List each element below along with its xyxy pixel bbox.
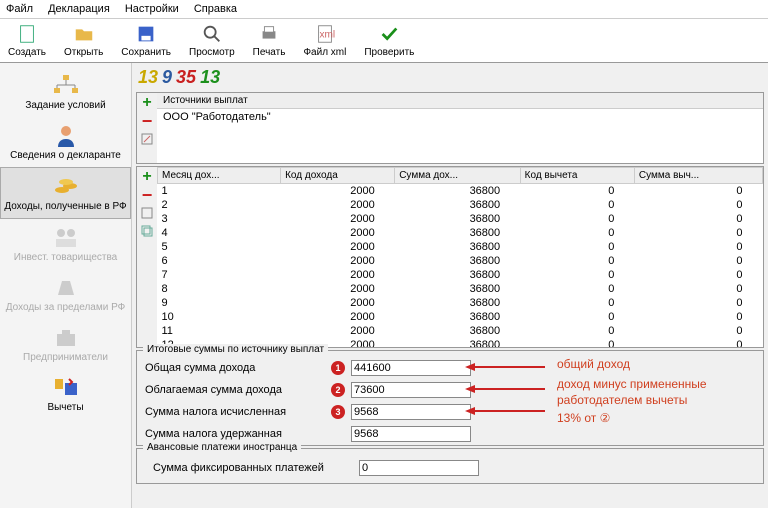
advance-label: Сумма фиксированных платежей <box>153 462 353 474</box>
copy-income-button[interactable] <box>139 223 155 239</box>
taxable-income-label: Облагаемая сумма дохода <box>145 384 325 396</box>
print-button[interactable]: Печать <box>253 23 286 58</box>
add-income-button[interactable]: + <box>139 169 155 185</box>
menu-file[interactable]: Файл <box>6 3 33 15</box>
badge-1: 1 <box>331 361 345 375</box>
advance-header: Авансовые платежи иностранца <box>143 442 301 453</box>
tax-calc-input[interactable] <box>351 404 471 420</box>
tax-withheld-label: Сумма налога удержанная <box>145 428 325 440</box>
totals-header: Итоговые суммы по источнику выплат <box>143 344 328 355</box>
xml-button[interactable]: xmlФайл xml <box>303 23 346 58</box>
edit-icon <box>140 206 154 220</box>
arrow-icon <box>465 383 545 395</box>
edit-source-button[interactable] <box>139 131 155 147</box>
sources-header: Источники выплат <box>157 93 763 109</box>
remove-source-button[interactable]: − <box>139 113 155 129</box>
edit-income-button[interactable] <box>139 205 155 221</box>
save-button[interactable]: Сохранить <box>121 23 171 58</box>
table-row[interactable]: 1020003680000 <box>158 310 763 324</box>
table-row[interactable]: 620003680000 <box>158 254 763 268</box>
edit-icon <box>140 132 154 146</box>
arrow-icon <box>465 361 545 373</box>
sidebar-item-entrepreneur: Предприниматели <box>0 319 131 369</box>
add-source-button[interactable]: + <box>139 95 155 111</box>
sack-icon <box>52 275 80 299</box>
advance-group: Авансовые платежи иностранца Сумма фикси… <box>136 448 764 484</box>
print-icon <box>258 23 280 45</box>
xml-icon: xml <box>314 23 336 45</box>
income-grid[interactable]: Месяц дох...Код доходаСумма дох...Код вы… <box>157 167 763 347</box>
column-header[interactable]: Сумма выч... <box>634 168 762 184</box>
menu-help[interactable]: Справка <box>194 3 237 15</box>
table-row[interactable]: 320003680000 <box>158 212 763 226</box>
menu-bar: Файл Декларация Настройки Справка <box>0 0 768 19</box>
annotation-1: общий доход <box>557 357 630 371</box>
table-row[interactable]: 120003680000 <box>158 184 763 199</box>
rate-13-green[interactable]: 13 <box>200 67 220 88</box>
rate-13-yellow[interactable]: 13 <box>138 67 158 88</box>
content-area: 13 9 35 13 + − Источники выплат ООО "Раб… <box>132 63 768 508</box>
badge-2: 2 <box>331 383 345 397</box>
sidebar-item-income-abroad: Доходы за пределами РФ <box>0 269 131 319</box>
advance-input[interactable] <box>359 460 479 476</box>
column-header[interactable]: Код дохода <box>281 168 395 184</box>
table-row[interactable]: 1120003680000 <box>158 324 763 338</box>
remove-income-button[interactable]: − <box>139 187 155 203</box>
check-icon <box>378 23 400 45</box>
copy-icon <box>140 224 154 238</box>
source-row[interactable]: ООО "Работодатель" <box>157 109 763 125</box>
preview-icon <box>201 23 223 45</box>
annotation-2b: работодателем вычеты <box>557 393 687 407</box>
tax-withheld-input[interactable] <box>351 426 471 442</box>
briefcase-icon <box>52 325 80 349</box>
source-toolbar: + − <box>137 93 157 163</box>
arrow-icon <box>465 405 545 417</box>
save-icon <box>135 23 157 45</box>
sidebar-item-invest: Инвест. товарищества <box>0 219 131 269</box>
badge-3: 3 <box>331 405 345 419</box>
totals-group: Итоговые суммы по источнику выплат Общая… <box>136 350 764 446</box>
menu-settings[interactable]: Настройки <box>125 3 179 15</box>
preview-button[interactable]: Просмотр <box>189 23 235 58</box>
open-button[interactable]: Открыть <box>64 23 103 58</box>
check-button[interactable]: Проверить <box>364 23 414 58</box>
open-icon <box>73 23 95 45</box>
sidebar-item-income-rf[interactable]: Доходы, полученные в РФ <box>0 167 131 219</box>
create-button[interactable]: Создать <box>8 23 46 58</box>
rate-9[interactable]: 9 <box>162 67 172 88</box>
menu-declaration[interactable]: Декларация <box>48 3 110 15</box>
total-income-label: Общая сумма дохода <box>145 362 325 374</box>
sidebar-item-deductions[interactable]: Вычеты <box>0 369 131 419</box>
coins-icon <box>52 174 80 198</box>
toolbar: Создать Открыть Сохранить Просмотр Печат… <box>0 19 768 63</box>
taxable-income-input[interactable] <box>351 382 471 398</box>
sidebar-item-declarant[interactable]: Сведения о декларанте <box>0 117 131 167</box>
table-row[interactable]: 720003680000 <box>158 268 763 282</box>
table-row[interactable]: 220003680000 <box>158 198 763 212</box>
sidebar: Задание условий Сведения о декларанте До… <box>0 63 132 508</box>
table-row[interactable]: 820003680000 <box>158 282 763 296</box>
new-icon <box>16 23 38 45</box>
handshake-icon <box>52 225 80 249</box>
tax-calc-label: Сумма налога исчисленная <box>145 406 325 418</box>
tree-icon <box>52 73 80 97</box>
rate-35[interactable]: 35 <box>176 67 196 88</box>
sources-list[interactable]: Источники выплат ООО "Работодатель" <box>157 93 763 163</box>
column-header[interactable]: Сумма дох... <box>395 168 520 184</box>
column-header[interactable]: Месяц дох... <box>158 168 281 184</box>
column-header[interactable]: Код вычета <box>520 168 634 184</box>
total-income-input[interactable] <box>351 360 471 376</box>
income-toolbar: + − <box>137 167 157 347</box>
table-row[interactable]: 920003680000 <box>158 296 763 310</box>
svg-text:xml: xml <box>319 30 335 41</box>
annotation-3: 13% от ② <box>557 411 610 425</box>
table-row[interactable]: 520003680000 <box>158 240 763 254</box>
deductions-icon <box>52 375 80 399</box>
sidebar-item-conditions[interactable]: Задание условий <box>0 67 131 117</box>
person-icon <box>52 123 80 147</box>
rate-tabs: 13 9 35 13 <box>134 65 766 90</box>
table-row[interactable]: 420003680000 <box>158 226 763 240</box>
annotation-2a: доход минус примененные <box>557 377 707 391</box>
